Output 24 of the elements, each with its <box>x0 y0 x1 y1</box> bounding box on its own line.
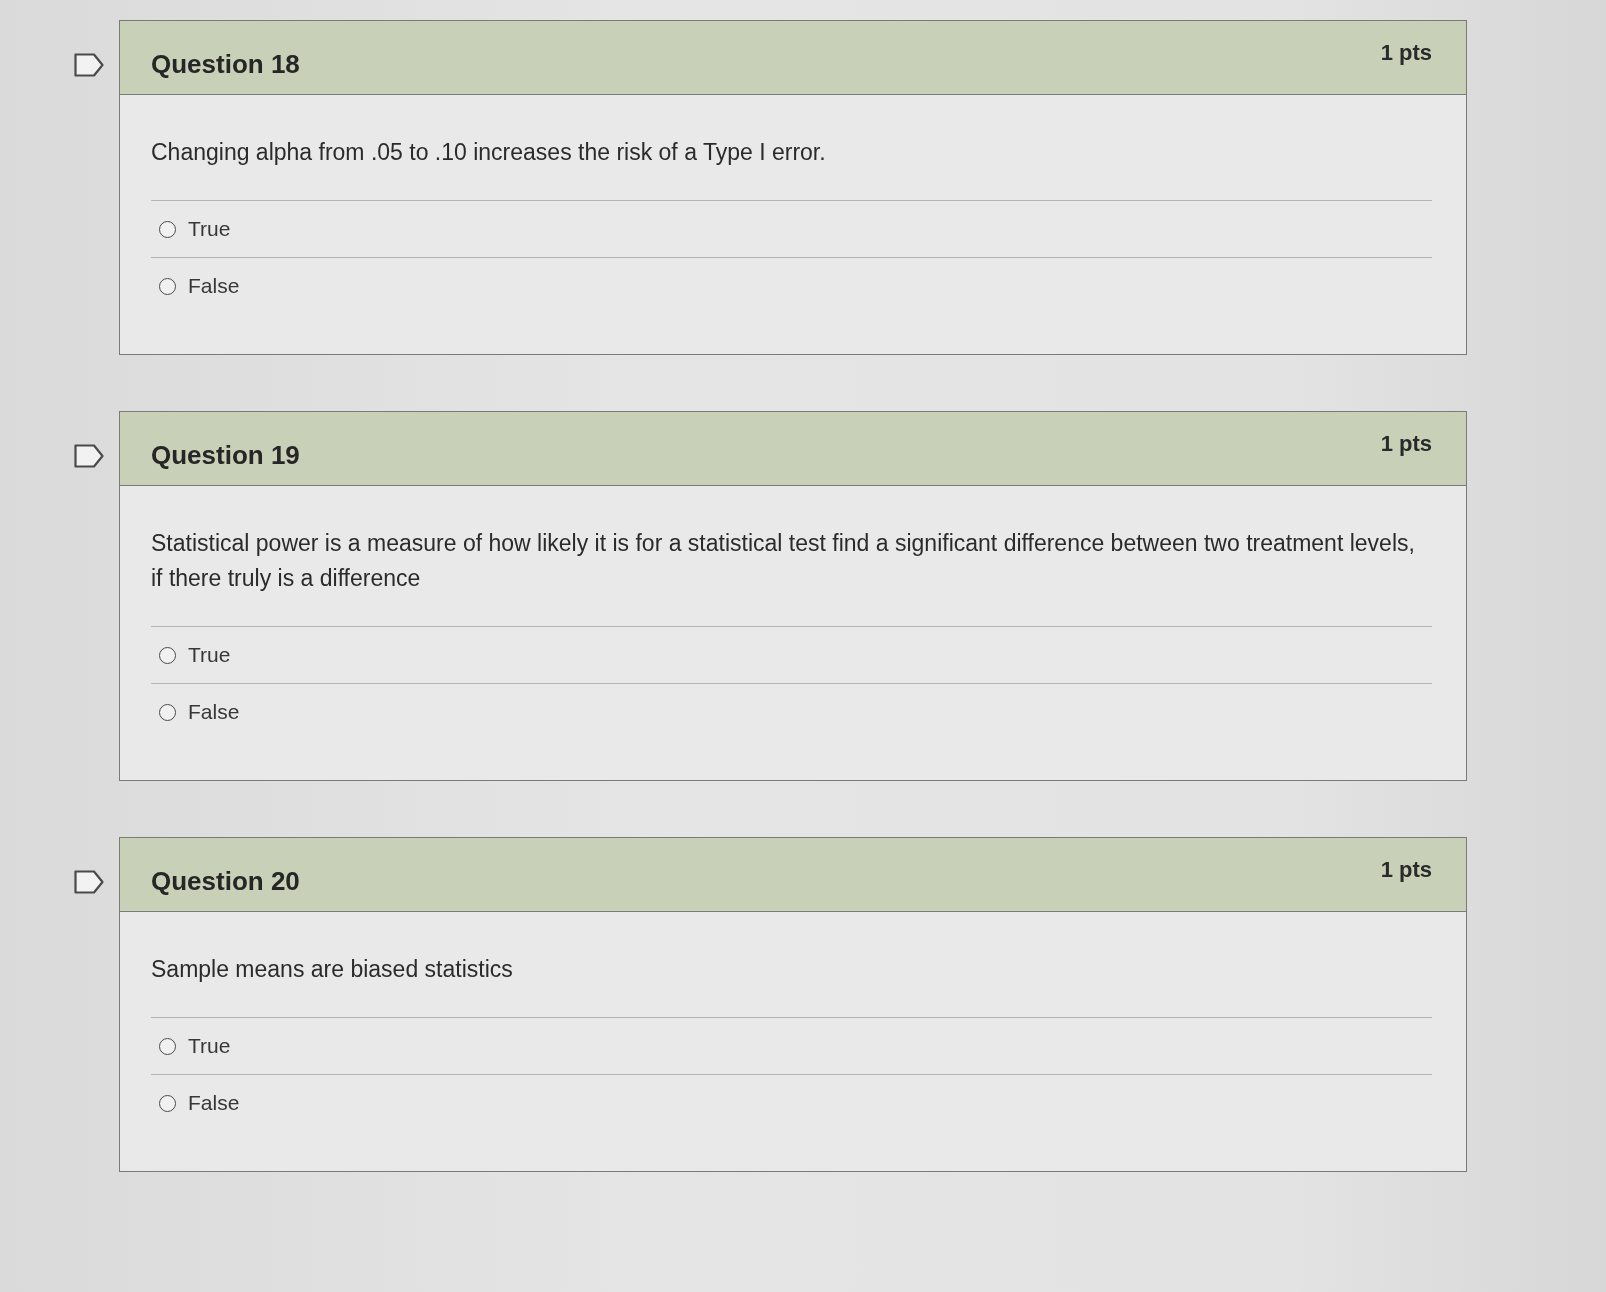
answer-label[interactable]: True <box>188 217 231 241</box>
radio-button[interactable] <box>159 1094 176 1112</box>
radio-button[interactable] <box>159 703 176 721</box>
question-title: Question 19 <box>151 439 300 471</box>
points-label: 1 pts <box>1380 39 1432 67</box>
question-text: Statistical power is a measure of how likely it is for a statistical test find a significant difference between two treatment levels, if there truly is a difference <box>151 529 1416 593</box>
radio-button[interactable] <box>159 1037 176 1055</box>
flag-icon[interactable] <box>74 870 104 894</box>
answer-label[interactable]: False <box>188 700 240 724</box>
radio-button[interactable] <box>159 646 176 664</box>
answer-label[interactable]: False <box>188 274 240 298</box>
radio-button[interactable] <box>159 220 176 238</box>
question-title: Question 18 <box>151 48 300 80</box>
radio-button[interactable] <box>159 277 176 295</box>
question-title: Question 20 <box>151 865 300 897</box>
flag-icon[interactable] <box>74 444 104 468</box>
flag-icon[interactable] <box>74 53 104 77</box>
question-text: Changing alpha from .05 to .10 increases the risk of a Type I error. <box>151 138 827 167</box>
answer-label[interactable]: True <box>188 1034 231 1058</box>
question-text: Sample means are biased statistics <box>151 955 514 984</box>
points-label: 1 pts <box>1380 430 1432 458</box>
points-label: 1 pts <box>1380 856 1432 884</box>
answer-label[interactable]: False <box>188 1091 240 1115</box>
answer-label[interactable]: True <box>188 643 231 667</box>
